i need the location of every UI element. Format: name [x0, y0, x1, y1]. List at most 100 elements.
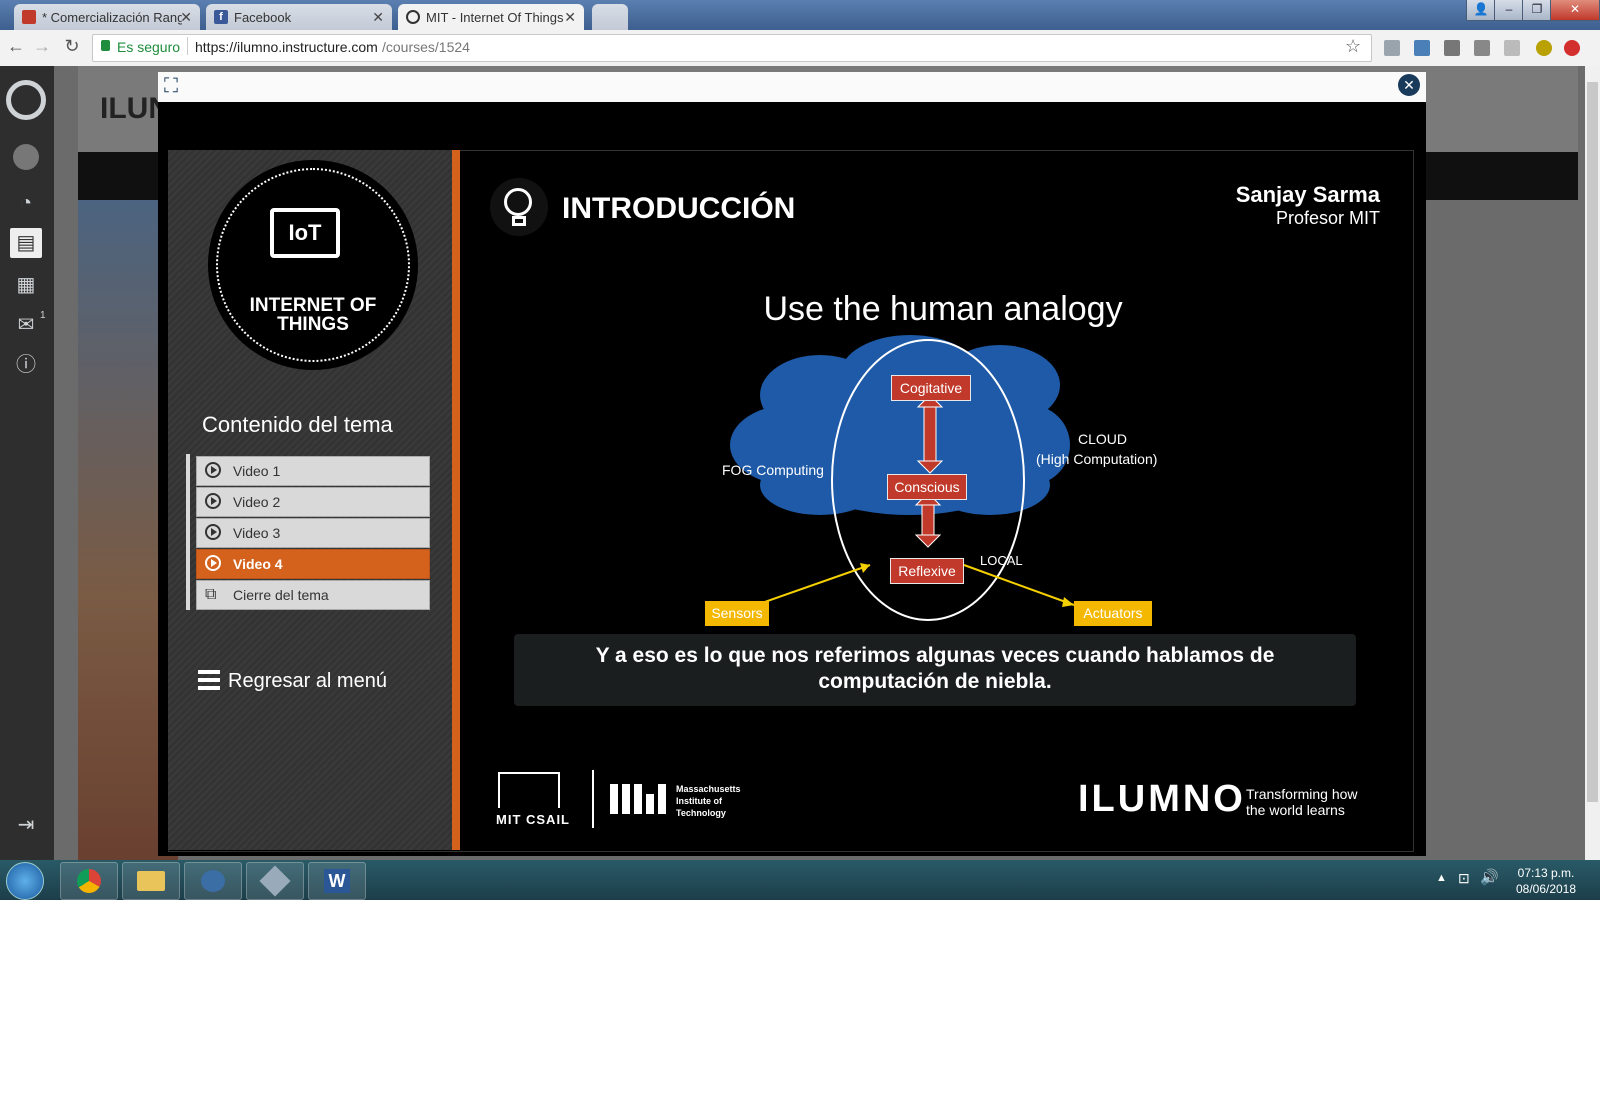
- virtualbox-taskbar-icon[interactable]: [246, 862, 304, 900]
- volume-icon[interactable]: 🔊: [1480, 868, 1499, 886]
- fullscreen-icon[interactable]: ⛶: [164, 75, 178, 98]
- mit-logo-icon: [610, 784, 666, 814]
- menu-item-video-1[interactable]: Video 1: [196, 456, 430, 486]
- close-modal-icon[interactable]: ✕: [1398, 74, 1420, 96]
- help-icon[interactable]: ⓘ: [10, 350, 42, 380]
- clock-date[interactable]: 08/06/2018: [1506, 882, 1586, 896]
- chrome-taskbar-icon[interactable]: [60, 862, 118, 900]
- cogitative-box: Cogitative: [891, 375, 971, 401]
- extension-icon[interactable]: [1444, 40, 1460, 56]
- collapse-nav-icon[interactable]: ⇥: [10, 810, 42, 840]
- close-tab-icon[interactable]: ✕: [180, 9, 192, 26]
- account-avatar-icon[interactable]: [10, 144, 42, 174]
- arrow-conscious-reflexive: [914, 492, 942, 548]
- extension-icon[interactable]: [1474, 40, 1490, 56]
- menu-item-label: Video 4: [233, 556, 283, 572]
- explorer-taskbar-icon[interactable]: [122, 862, 180, 900]
- hamburger-menu-icon[interactable]: [198, 670, 220, 692]
- instructure-logo-icon[interactable]: [6, 80, 46, 120]
- back-to-menu-link[interactable]: Regresar al menú: [228, 670, 387, 693]
- presenter-name: Sanjay Sarma: [1235, 182, 1380, 207]
- mit-text: Technology: [676, 808, 726, 818]
- actuators-box: Actuators: [1074, 601, 1152, 626]
- play-icon: [205, 493, 221, 509]
- mit-text: Institute of: [676, 796, 722, 806]
- extension-icon[interactable]: [1504, 40, 1520, 56]
- reload-icon[interactable]: ↻: [60, 34, 84, 58]
- extension-icon[interactable]: [1414, 40, 1430, 56]
- menu-item-label: Video 2: [233, 494, 281, 510]
- play-icon: [205, 555, 221, 571]
- thunderbird-taskbar-icon[interactable]: [184, 862, 242, 900]
- ilumno-tagline: the world learns: [1246, 802, 1345, 818]
- close-window-button[interactable]: ✕: [1550, 0, 1600, 21]
- mit-text: Massachusetts: [676, 784, 741, 794]
- menu-item-cierre[interactable]: ⧉ Cierre del tema: [196, 580, 430, 610]
- address-bar[interactable]: Es seguro https://ilumno.instructure.com…: [92, 34, 1372, 62]
- tab-mit-iot[interactable]: MIT - Internet Of Things ✕: [398, 4, 584, 30]
- minimize-button[interactable]: –: [1494, 0, 1524, 21]
- url-host: https://ilumno.instructure.com: [195, 39, 378, 55]
- iot-monitor-icon: IoT: [270, 208, 340, 258]
- tab-facebook[interactable]: f Facebook ✕: [206, 4, 392, 30]
- close-tab-icon[interactable]: ✕: [372, 9, 384, 26]
- menu-rail: [186, 454, 190, 610]
- tab-title: Facebook: [234, 10, 292, 25]
- tab-title: * Comercialización Rang: [42, 10, 182, 25]
- new-tab-button[interactable]: [592, 4, 628, 30]
- extension-icon[interactable]: [1564, 40, 1580, 56]
- iot-logo-text: INTERNET OF THINGS: [249, 295, 377, 335]
- ilumno-tagline: Transforming how: [1246, 786, 1358, 802]
- clock-time[interactable]: 07:13 p.m.: [1506, 866, 1586, 880]
- tab-title: MIT - Internet Of Things: [426, 10, 564, 25]
- menu-item-video-2[interactable]: Video 2: [196, 487, 430, 517]
- inbox-icon[interactable]: ✉: [10, 310, 42, 340]
- play-icon: [205, 524, 221, 540]
- csail-logo-icon: [498, 772, 560, 808]
- menu-item-label: Video 3: [233, 525, 281, 541]
- restore-button[interactable]: ❐: [1522, 0, 1552, 21]
- courses-icon[interactable]: ▤: [10, 228, 42, 258]
- profile-icon[interactable]: 👤: [1466, 0, 1496, 21]
- inbox-badge: 1: [40, 310, 46, 321]
- tab-favicon-icon: [22, 10, 36, 24]
- calendar-icon[interactable]: ▦: [10, 270, 42, 300]
- word-taskbar-icon[interactable]: W: [308, 862, 366, 900]
- menu-item-video-4[interactable]: Video 4: [196, 549, 430, 579]
- sensors-box: Sensors: [705, 601, 769, 626]
- orange-divider: [452, 150, 460, 850]
- cloud-sub-label: (High Computation): [1036, 451, 1158, 467]
- url-path: /courses/1524: [382, 39, 470, 55]
- subtitle-line-1: Y a eso es lo que nos referimos algunas …: [595, 644, 1275, 667]
- menu-item-video-3[interactable]: Video 3: [196, 518, 430, 548]
- divider: [187, 37, 188, 55]
- iot-logo: IoT INTERNET OF THINGS: [208, 160, 418, 370]
- tray-expand-icon[interactable]: ▲: [1436, 872, 1447, 884]
- bookmark-star-icon[interactable]: ☆: [1345, 36, 1361, 57]
- dashboard-icon[interactable]: ◔: [10, 188, 42, 218]
- play-icon: [205, 462, 221, 478]
- scrollbar-thumb[interactable]: [1587, 82, 1598, 802]
- csail-text: MIT CSAIL: [496, 812, 570, 827]
- back-icon[interactable]: ←: [4, 34, 28, 58]
- menu-item-label: Cierre del tema: [233, 587, 329, 603]
- network-icon[interactable]: ⊡: [1458, 870, 1470, 887]
- cloud-label: CLOUD: [1078, 431, 1128, 447]
- external-link-icon: ⧉: [205, 586, 217, 603]
- start-button-icon[interactable]: [6, 862, 44, 900]
- ilumno-logo: ILUMNO: [1078, 778, 1246, 820]
- slide-section-title: INTRODUCCIÓN: [562, 192, 796, 225]
- slide-heading: Use the human analogy: [763, 290, 1123, 328]
- tab-comercializacion[interactable]: * Comercialización Rang ✕: [14, 4, 200, 30]
- subtitle-box: Y a eso es lo que nos referimos algunas …: [514, 634, 1356, 706]
- secure-label: Es seguro: [117, 39, 181, 55]
- close-tab-icon[interactable]: ✕: [564, 9, 576, 26]
- menu-item-label: Video 1: [233, 463, 281, 479]
- forward-icon[interactable]: →: [30, 34, 54, 58]
- extension-icon[interactable]: [1384, 40, 1400, 56]
- presenter-role: Profesor MIT: [1275, 208, 1380, 228]
- extension-icon[interactable]: [1536, 40, 1552, 56]
- sensors-arrow: [755, 564, 871, 606]
- facebook-icon: f: [214, 10, 228, 24]
- subtitle-line-2: computación de niebla.: [818, 670, 1052, 693]
